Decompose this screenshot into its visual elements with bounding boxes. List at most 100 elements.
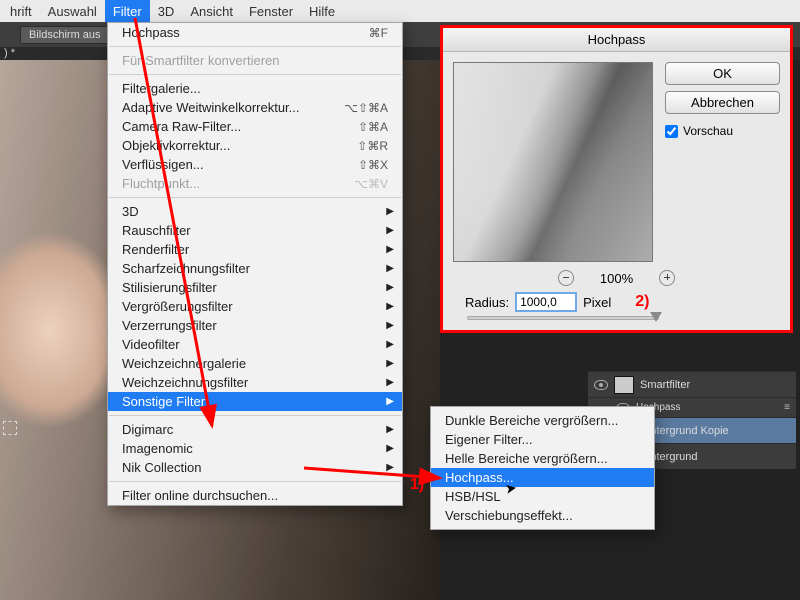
submenu-arrow-icon: ▶	[386, 462, 394, 473]
submenu-row-eigener-filter-[interactable]: Eigener Filter...	[431, 430, 654, 449]
menu-row-digimarc[interactable]: Digimarc▶	[108, 420, 402, 439]
menu-row-adaptive-weitwinkelkorrektur-[interactable]: Adaptive Weitwinkelkorrektur...⌥⇧⌘A	[108, 98, 402, 117]
menu-item-filter[interactable]: Filter	[105, 0, 150, 22]
radius-unit: Pixel	[583, 295, 611, 310]
menu-row-renderfilter[interactable]: Renderfilter▶	[108, 240, 402, 259]
menu-separator	[109, 197, 401, 198]
menu-row-filter-online-durchsuchen-[interactable]: Filter online durchsuchen...	[108, 486, 402, 505]
menu-shortcut: ⇧⌘R	[357, 139, 388, 153]
marquee-selection	[3, 421, 17, 435]
menu-row-sonstige-filter[interactable]: Sonstige Filter▶	[108, 392, 402, 411]
layer-row-smartfilter[interactable]: Smartfilter	[588, 371, 796, 397]
menu-shortcut: ⌥⇧⌘A	[344, 101, 388, 115]
menu-row-rauschfilter[interactable]: Rauschfilter▶	[108, 221, 402, 240]
menu-row-filtergalerie-[interactable]: Filtergalerie...	[108, 79, 402, 98]
menu-shortcut: ⌘F	[369, 26, 388, 40]
menu-row-objektivkorrektur-[interactable]: Objektivkorrektur...⇧⌘R	[108, 136, 402, 155]
submenu-arrow-icon: ▶	[386, 320, 394, 331]
submenu-arrow-icon: ▶	[386, 206, 394, 217]
menu-separator	[109, 415, 401, 416]
menu-row-nik-collection[interactable]: Nik Collection▶	[108, 458, 402, 477]
submenu-arrow-icon: ▶	[386, 339, 394, 350]
preview-checkbox[interactable]	[665, 125, 678, 138]
submenu-row-verschiebungseffekt-[interactable]: Verschiebungseffekt...	[431, 506, 654, 525]
menu-row-scharfzeichnungsfilter[interactable]: Scharfzeichnungsfilter▶	[108, 259, 402, 278]
submenu-arrow-icon: ▶	[386, 263, 394, 274]
ok-button[interactable]: OK	[665, 62, 780, 85]
submenu-arrow-icon: ▶	[386, 358, 394, 369]
submenu-row-helle-bereiche-vergr-ern-[interactable]: Helle Bereiche vergrößern...	[431, 449, 654, 468]
sonstige-filter-submenu: Dunkle Bereiche vergrößern...Eigener Fil…	[430, 406, 655, 530]
cancel-button[interactable]: Abbrechen	[665, 91, 780, 114]
menu-row-label: Hochpass	[122, 25, 369, 40]
menu-row-3d[interactable]: 3D▶	[108, 202, 402, 221]
submenu-arrow-icon: ▶	[386, 424, 394, 435]
zoom-in-icon[interactable]	[659, 270, 675, 286]
menu-row-label: Verzerrungsfilter	[122, 318, 388, 333]
annotation-step-1: 1)	[410, 476, 424, 494]
menu-row-fluchtpunkt-: Fluchtpunkt...⌥⌘V	[108, 174, 402, 193]
menu-item-3d[interactable]: 3D	[150, 0, 183, 22]
menu-shortcut: ⇧⌘A	[358, 120, 388, 134]
annotation-step-2: 2)	[635, 293, 649, 311]
menu-row-verfl-ssigen-[interactable]: Verflüssigen...⇧⌘X	[108, 155, 402, 174]
menu-separator	[109, 74, 401, 75]
menu-row-label: Fluchtpunkt...	[122, 176, 354, 191]
menu-row-label: Filtergalerie...	[122, 81, 388, 96]
menu-row-weichzeichnungsfilter[interactable]: Weichzeichnungsfilter▶	[108, 373, 402, 392]
radius-slider[interactable]	[467, 316, 659, 320]
filter-edit-icon[interactable]: ≡	[784, 402, 790, 413]
submenu-arrow-icon: ▶	[386, 396, 394, 407]
menu-row-label: Digimarc	[122, 422, 388, 437]
preview-checkbox-label: Vorschau	[683, 124, 733, 138]
radius-input[interactable]	[515, 292, 577, 312]
slider-thumb[interactable]	[650, 312, 662, 322]
menu-row-vergr-erungsfilter[interactable]: Vergrößerungsfilter▶	[108, 297, 402, 316]
visibility-icon[interactable]	[594, 380, 608, 390]
menu-row-imagenomic[interactable]: Imagenomic▶	[108, 439, 402, 458]
layer-thumbnail	[614, 376, 634, 394]
menu-row-label: Videofilter	[122, 337, 388, 352]
layer-name: Smartfilter	[640, 379, 690, 391]
screen-fill-button[interactable]: Bildschirm aus	[20, 26, 110, 44]
menu-row-label: Weichzeichnungsfilter	[122, 375, 388, 390]
submenu-row-hochpass-[interactable]: Hochpass...	[431, 468, 654, 487]
dialog-title: Hochpass	[443, 28, 790, 52]
menu-item-schrift[interactable]: hrift	[2, 0, 40, 22]
submenu-arrow-icon: ▶	[386, 244, 394, 255]
menu-row-hochpass[interactable]: Hochpass⌘F	[108, 23, 402, 42]
submenu-row-hsb-hsl[interactable]: HSB/HSL	[431, 487, 654, 506]
submenu-row-dunkle-bereiche-vergr-ern-[interactable]: Dunkle Bereiche vergrößern...	[431, 411, 654, 430]
cursor-icon: ➤	[504, 479, 519, 498]
menu-row-stilisierungsfilter[interactable]: Stilisierungsfilter▶	[108, 278, 402, 297]
menu-row-camera-raw-filter-[interactable]: Camera Raw-Filter...⇧⌘A	[108, 117, 402, 136]
hochpass-dialog: Hochpass OK Abbrechen Vorschau 100% Radi…	[440, 25, 793, 333]
menu-separator	[109, 46, 401, 47]
zoom-out-icon[interactable]	[558, 270, 574, 286]
submenu-arrow-icon: ▶	[386, 225, 394, 236]
menu-item-auswahl[interactable]: Auswahl	[40, 0, 105, 22]
menu-row-label: 3D	[122, 204, 388, 219]
submenu-arrow-icon: ▶	[386, 443, 394, 454]
menu-row-label: Scharfzeichnungsfilter	[122, 261, 388, 276]
zoom-percent: 100%	[600, 271, 633, 286]
menu-row-label: Camera Raw-Filter...	[122, 119, 358, 134]
menu-row-label: Renderfilter	[122, 242, 388, 257]
submenu-arrow-icon: ▶	[386, 377, 394, 388]
dialog-preview[interactable]	[453, 62, 653, 262]
menu-item-hilfe[interactable]: Hilfe	[301, 0, 343, 22]
menu-row-verzerrungsfilter[interactable]: Verzerrungsfilter▶	[108, 316, 402, 335]
menu-row-label: Stilisierungsfilter	[122, 280, 388, 295]
menubar: hrift Auswahl Filter 3D Ansicht Fenster …	[0, 0, 800, 22]
menu-row-label: Objektivkorrektur...	[122, 138, 357, 153]
menu-item-fenster[interactable]: Fenster	[241, 0, 301, 22]
document-tab[interactable]: ) *	[4, 47, 15, 59]
menu-row-videofilter[interactable]: Videofilter▶	[108, 335, 402, 354]
menu-row-label: Rauschfilter	[122, 223, 388, 238]
submenu-arrow-icon: ▶	[386, 282, 394, 293]
preview-checkbox-row[interactable]: Vorschau	[665, 124, 780, 138]
menu-row-weichzeichnergalerie[interactable]: Weichzeichnergalerie▶	[108, 354, 402, 373]
menu-row-f-r-smartfilter-konvertieren: Für Smartfilter konvertieren	[108, 51, 402, 70]
radius-label: Radius:	[465, 295, 509, 310]
menu-item-ansicht[interactable]: Ansicht	[182, 0, 241, 22]
